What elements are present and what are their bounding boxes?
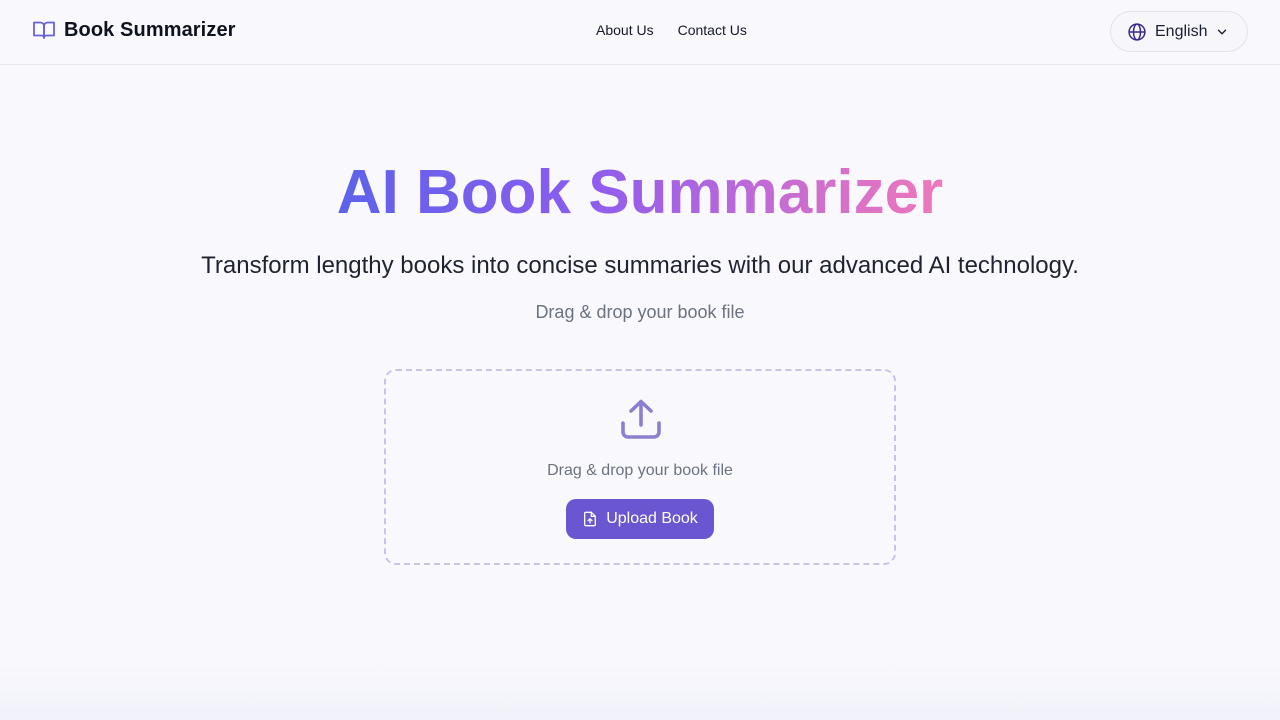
- hero-subtitle: Transform lengthy books into concise sum…: [201, 252, 1079, 279]
- language-label: English: [1155, 22, 1208, 40]
- nav-contact-us[interactable]: Contact Us: [678, 22, 747, 38]
- chevron-down-icon: [1218, 29, 1227, 34]
- footer-band: [0, 660, 1280, 720]
- file-upload-icon: [584, 511, 597, 527]
- upload-dropzone[interactable]: Drag & drop your book file Upload Book: [384, 369, 896, 565]
- nav-about-us[interactable]: About Us: [596, 22, 654, 38]
- upload-icon: [621, 399, 661, 439]
- upload-book-label: Upload Book: [606, 510, 698, 527]
- hero-title-text: AI Book Summarizer: [336, 158, 944, 227]
- brand-name: Book Summarizer: [64, 18, 236, 41]
- hero-title: AI Book Summarizer: [0, 158, 1280, 228]
- language-selector[interactable]: English: [1110, 11, 1248, 52]
- main-nav: About Us Contact Us: [596, 22, 747, 38]
- globe-icon: [1128, 22, 1146, 41]
- open-book-icon: [33, 21, 55, 39]
- upload-book-button[interactable]: Upload Book: [566, 499, 714, 539]
- dropzone-text: Drag & drop your book file: [547, 462, 733, 479]
- hero-hint: Drag & drop your book file: [535, 302, 745, 322]
- top-navbar: Book Summarizer About Us Contact Us Engl…: [0, 0, 1280, 65]
- brand[interactable]: Book Summarizer: [32, 18, 236, 42]
